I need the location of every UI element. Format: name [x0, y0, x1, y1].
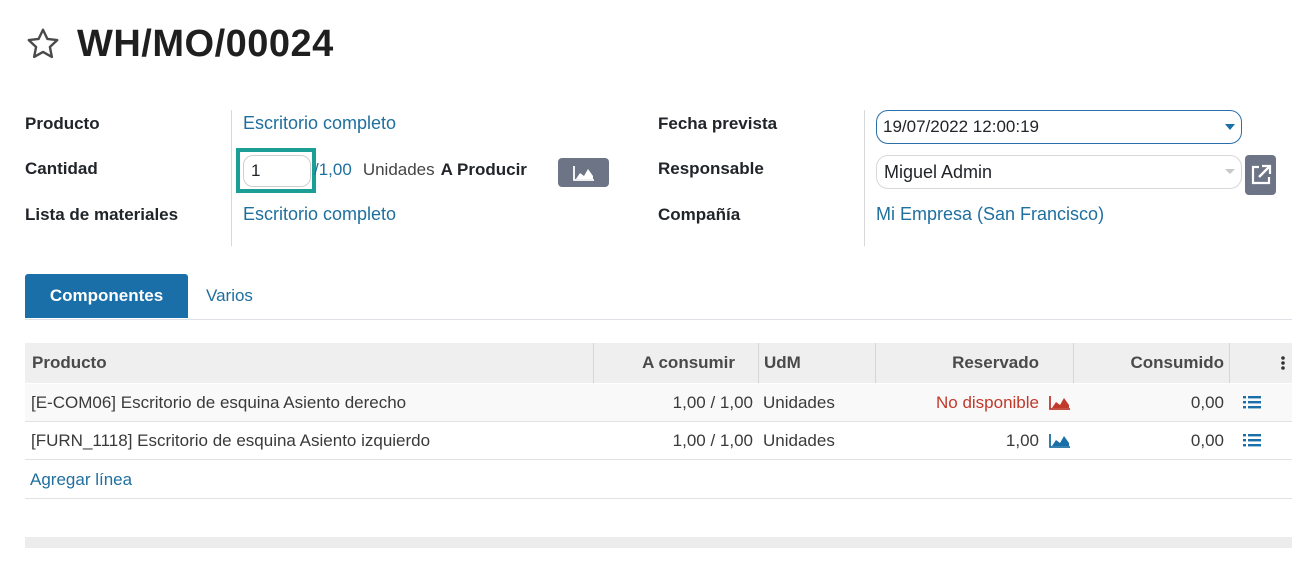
external-link-button[interactable]: [1245, 155, 1276, 195]
add-line-link[interactable]: Agregar línea: [30, 461, 132, 499]
row-consumed: 0,00: [1190, 431, 1224, 450]
quantity-label: Cantidad: [25, 159, 98, 178]
row-reserved-status: No disponible: [935, 393, 1039, 412]
column-divider: [758, 343, 759, 383]
add-line-row: Agregar línea: [25, 461, 1292, 499]
bottom-scrollbar[interactable]: [25, 537, 1292, 548]
table-row[interactable]: [FURN_1118] Escritorio de esquina Asient…: [25, 422, 1292, 460]
date-dropdown-icon[interactable]: [1225, 124, 1235, 130]
responsible-label: Responsable: [658, 159, 764, 178]
forecast-chart-icon[interactable]: [1049, 434, 1070, 448]
date-field[interactable]: 19/07/2022 12:00:19: [876, 110, 1242, 144]
table-row[interactable]: [E-COM06] Escritorio de esquina Asiento …: [25, 384, 1292, 422]
detailed-operations-icon[interactable]: [1243, 433, 1261, 448]
right-separator: [864, 110, 865, 246]
responsible-field[interactable]: Miguel Admin: [876, 155, 1242, 189]
forecast-chart-icon[interactable]: [1049, 396, 1070, 410]
quantity-unit: Unidades: [362, 160, 435, 179]
row-product: [E-COM06] Escritorio de esquina Asiento …: [31, 393, 407, 412]
tab-varios[interactable]: Varios: [206, 286, 253, 306]
responsible-dropdown-icon[interactable]: [1225, 169, 1235, 174]
bom-label: Lista de materiales: [25, 205, 179, 224]
quantity-max[interactable]: /1,00: [314, 160, 352, 180]
area-chart-icon: [572, 165, 594, 181]
row-reserved: 1,00: [1005, 431, 1039, 450]
row-uom: Unidades: [763, 431, 835, 450]
table-header: Producto A consumir UdM Reservado Consum…: [25, 343, 1292, 383]
company-label: Compañía: [658, 205, 741, 224]
row-to-consume: 1,00 / 1,00: [672, 393, 753, 412]
bom-link[interactable]: Escritorio completo: [243, 204, 396, 225]
column-header-reserved[interactable]: Reservado: [875, 343, 1039, 383]
star-icon[interactable]: [25, 26, 61, 62]
detailed-operations-icon[interactable]: [1243, 395, 1261, 410]
quantity-details: /1,00 Unidades A Producir: [314, 160, 527, 180]
page-title: WH/MO/00024: [77, 22, 334, 65]
title-row: WH/MO/00024: [25, 20, 334, 68]
date-label: Fecha prevista: [658, 114, 778, 133]
product-link[interactable]: Escritorio completo: [243, 113, 396, 134]
tab-divider: [25, 319, 1292, 320]
column-header-uom[interactable]: UdM: [764, 343, 801, 383]
column-options-icon[interactable]: [1280, 355, 1286, 371]
company-link[interactable]: Mi Empresa (San Francisco): [876, 204, 1104, 225]
left-separator: [231, 110, 232, 246]
column-header-consumed[interactable]: Consumido: [1073, 343, 1225, 383]
tab-componentes[interactable]: Componentes: [25, 274, 188, 318]
column-divider: [1229, 343, 1230, 383]
external-link-icon: [1251, 164, 1271, 185]
row-to-consume: 1,00 / 1,00: [672, 431, 753, 450]
quantity-suffix: A Producir: [440, 160, 527, 179]
column-header-product[interactable]: Producto: [32, 343, 107, 383]
product-label: Producto: [25, 114, 100, 133]
row-uom: Unidades: [763, 393, 835, 412]
quantity-input[interactable]: 1: [243, 155, 311, 187]
row-consumed: 0,00: [1190, 393, 1224, 412]
row-product: [FURN_1118] Escritorio de esquina Asient…: [31, 431, 431, 450]
forecast-chart-button[interactable]: [558, 158, 609, 187]
column-header-to-consume[interactable]: A consumir: [593, 343, 735, 383]
